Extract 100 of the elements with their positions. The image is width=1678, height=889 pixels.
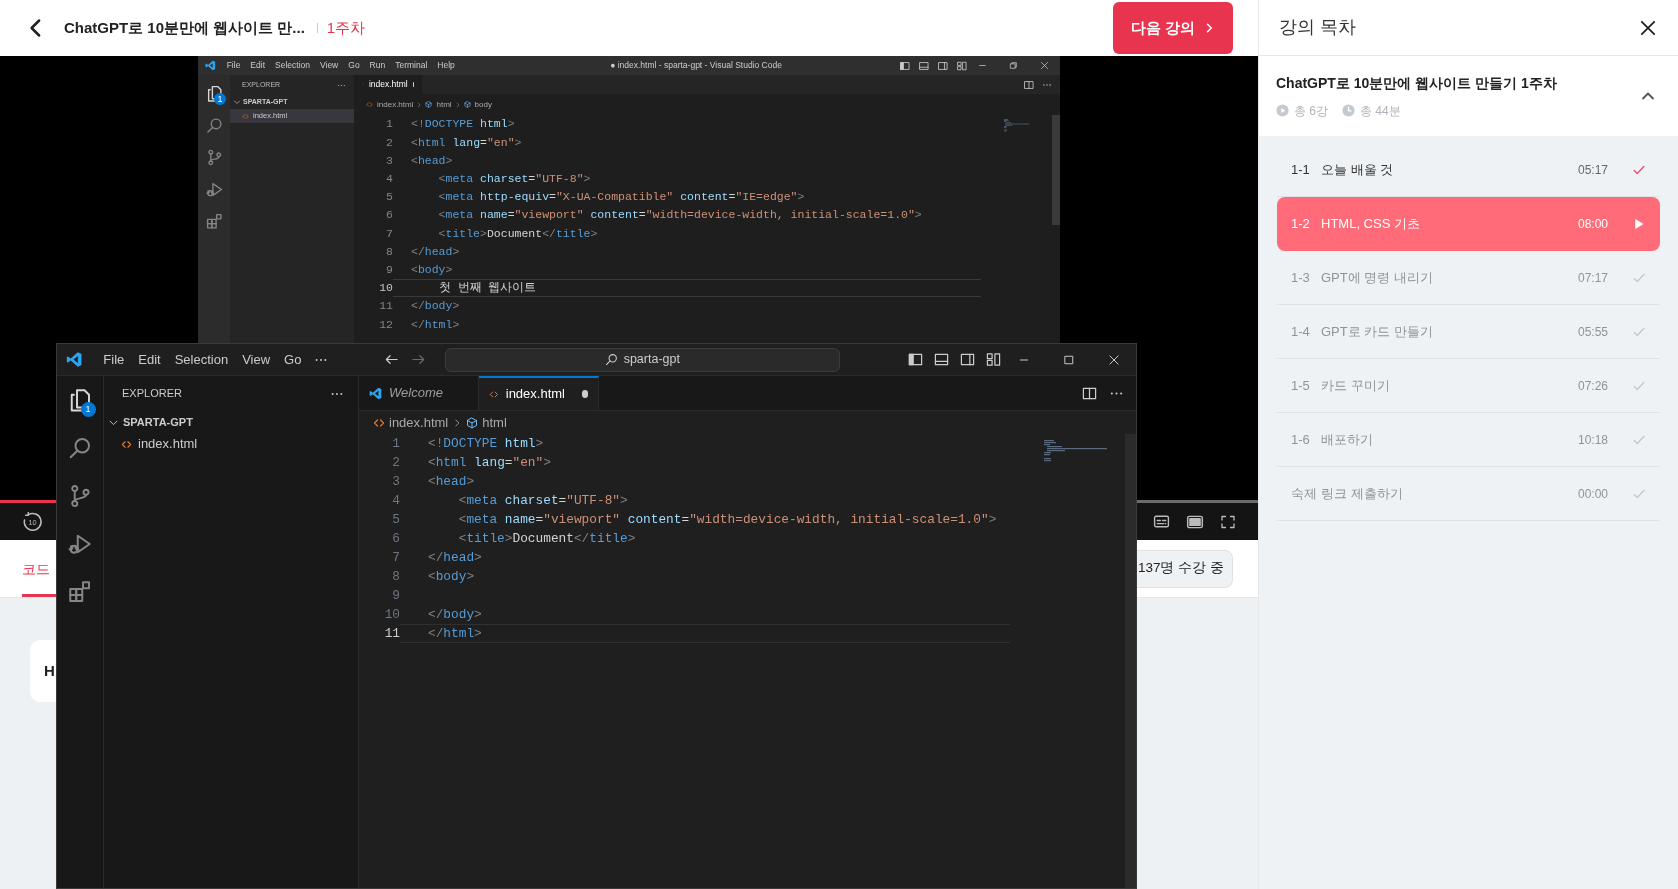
layout-icon[interactable] bbox=[986, 352, 1001, 367]
menu-item[interactable]: View bbox=[315, 59, 344, 72]
menu-item[interactable]: Selection bbox=[270, 59, 315, 72]
line-number: 8 bbox=[385, 243, 393, 260]
run-debug-icon[interactable] bbox=[205, 180, 223, 198]
menu-item[interactable]: Edit bbox=[131, 349, 168, 370]
window-title: ● index.html - sparta-gpt - Visual Studio Code bbox=[609, 59, 783, 72]
scrollbar[interactable] bbox=[1052, 115, 1060, 225]
layout-icon[interactable] bbox=[957, 60, 967, 71]
back-arrow-icon[interactable] bbox=[384, 352, 400, 367]
line-number: 1 bbox=[385, 116, 393, 133]
lesson-title: 링크 제출하기 bbox=[1321, 484, 1403, 503]
secondary-sidebar-icon[interactable] bbox=[938, 60, 948, 71]
fullscreen-icon[interactable] bbox=[1220, 513, 1236, 530]
menu-item[interactable]: Selection bbox=[167, 349, 236, 370]
file-tree-row[interactable]: index.html bbox=[104, 433, 358, 455]
lesson-duration: 05:17 bbox=[1577, 161, 1608, 179]
menu-item[interactable]: View bbox=[235, 349, 278, 370]
restore-icon[interactable] bbox=[1009, 61, 1018, 70]
lesson-title: 카드 꾸미기 bbox=[1321, 376, 1390, 395]
app-logo-icon bbox=[369, 386, 382, 400]
section-header[interactable]: ChatGPT로 10분만에 웹사이트 만들기 1주차 총 6강 총 44분 bbox=[1259, 56, 1678, 136]
line-number: 6 bbox=[385, 207, 393, 224]
scrollbar[interactable] bbox=[1125, 434, 1136, 888]
breadcrumb-item[interactable]: index.html bbox=[366, 98, 414, 111]
close-icon[interactable] bbox=[1639, 18, 1657, 37]
chevron-down-icon bbox=[233, 98, 241, 106]
code-line: <html lang="en"> bbox=[427, 453, 551, 472]
folder-item[interactable]: SPARTA-GPT bbox=[104, 411, 358, 433]
breadcrumb-item[interactable]: html bbox=[425, 98, 452, 111]
code-line: <meta name="viewport" content="width=device-width, initial-scale=1.0"> bbox=[457, 510, 997, 529]
line-number: 9 bbox=[385, 261, 393, 278]
search-icon bbox=[604, 353, 618, 366]
lesson-title: GPT에 명령 내리기 bbox=[1321, 268, 1433, 287]
lesson-duration: 10:18 bbox=[1577, 431, 1608, 449]
menu-item[interactable]: File bbox=[221, 59, 246, 72]
split-editor-icon[interactable] bbox=[1024, 79, 1034, 90]
line-number: 2 bbox=[385, 134, 393, 151]
chevron-right-icon bbox=[454, 101, 461, 108]
panel-toggle-icon[interactable] bbox=[934, 352, 949, 367]
lesson-number: 1-3 bbox=[1291, 268, 1311, 287]
menu-item[interactable]: Help bbox=[432, 59, 460, 72]
lesson-number: 1-6 bbox=[1291, 430, 1311, 449]
extensions-icon[interactable] bbox=[205, 212, 223, 230]
line-number: 11 bbox=[383, 624, 400, 643]
lesson-title: GPT로 카드 만들기 bbox=[1321, 322, 1433, 341]
lesson-number: 숙제 bbox=[1291, 484, 1318, 503]
code-line: <title>Document</title> bbox=[457, 529, 636, 548]
close-icon[interactable] bbox=[1107, 353, 1120, 366]
line-number: 3 bbox=[391, 472, 400, 491]
week-label: 1주차 bbox=[326, 17, 366, 38]
chevron-right-icon bbox=[416, 101, 423, 108]
next-lecture-button[interactable]: 다음 강의 bbox=[1113, 2, 1233, 54]
line-number: 7 bbox=[391, 548, 400, 567]
search-icon[interactable] bbox=[205, 116, 223, 134]
panel-toggle-icon[interactable] bbox=[919, 60, 929, 71]
lesson-duration: 05:55 bbox=[1577, 323, 1608, 341]
line-number: 5 bbox=[385, 189, 393, 206]
line-number: 8 bbox=[391, 567, 400, 586]
menu-item[interactable]: Edit bbox=[245, 59, 270, 72]
breadcrumb-item[interactable]: body bbox=[463, 98, 492, 111]
editor-tab[interactable]: index.html bbox=[479, 376, 599, 410]
branch-icon[interactable] bbox=[68, 484, 92, 508]
breadcrumb-item[interactable]: html bbox=[466, 412, 507, 433]
sidebar-toggle-icon[interactable] bbox=[900, 60, 910, 71]
menu-item[interactable]: Terminal bbox=[390, 59, 433, 72]
run-debug-icon[interactable] bbox=[68, 532, 92, 556]
lesson-number: 1-4 bbox=[1291, 322, 1311, 341]
menu-item[interactable]: Run bbox=[364, 59, 391, 72]
extensions-icon[interactable] bbox=[68, 580, 92, 604]
breadcrumb-item[interactable]: index.html bbox=[373, 412, 449, 433]
menu-item[interactable]: Go bbox=[277, 349, 309, 370]
section-meta: 총 6강 bbox=[1294, 102, 1328, 120]
code-line: </head> bbox=[427, 548, 482, 567]
lesson-title: HTML, CSS 기초 bbox=[1321, 215, 1420, 234]
search-icon[interactable] bbox=[68, 436, 92, 460]
lesson-number: 1-5 bbox=[1291, 376, 1311, 395]
branch-icon[interactable] bbox=[205, 148, 223, 166]
line-number: 4 bbox=[391, 491, 400, 510]
play-circle-icon bbox=[1276, 104, 1289, 117]
forward-arrow-icon[interactable] bbox=[411, 352, 427, 367]
code-line: <head> bbox=[410, 152, 453, 169]
menu-item[interactable]: Go bbox=[343, 59, 365, 72]
sidebar-toggle-icon[interactable] bbox=[908, 352, 923, 367]
split-editor-icon[interactable] bbox=[1082, 385, 1097, 401]
panel-title: 강의 목차 bbox=[1279, 16, 1356, 39]
line-number: 6 bbox=[391, 529, 400, 548]
editor-tab[interactable]: index.html bbox=[354, 75, 422, 94]
files-icon[interactable] bbox=[68, 388, 92, 412]
captions-icon[interactable] bbox=[1153, 513, 1170, 530]
secondary-sidebar-icon[interactable] bbox=[960, 352, 975, 367]
files-icon[interactable] bbox=[205, 84, 223, 102]
search-field[interactable]: sparta-gpt bbox=[444, 347, 840, 372]
maximize-icon[interactable] bbox=[1062, 353, 1075, 366]
section-title: ChatGPT로 10분만에 웹사이트 만들기 1주차 bbox=[1276, 73, 1557, 93]
line-number: 4 bbox=[385, 171, 393, 188]
menu-item[interactable]: File bbox=[96, 349, 132, 370]
line-number: 1 bbox=[391, 434, 400, 453]
lesson-duration: 07:26 bbox=[1577, 377, 1608, 395]
code-line: <meta name="viewport" content="width=device-width, initial-scale=1.0"> bbox=[437, 207, 922, 224]
